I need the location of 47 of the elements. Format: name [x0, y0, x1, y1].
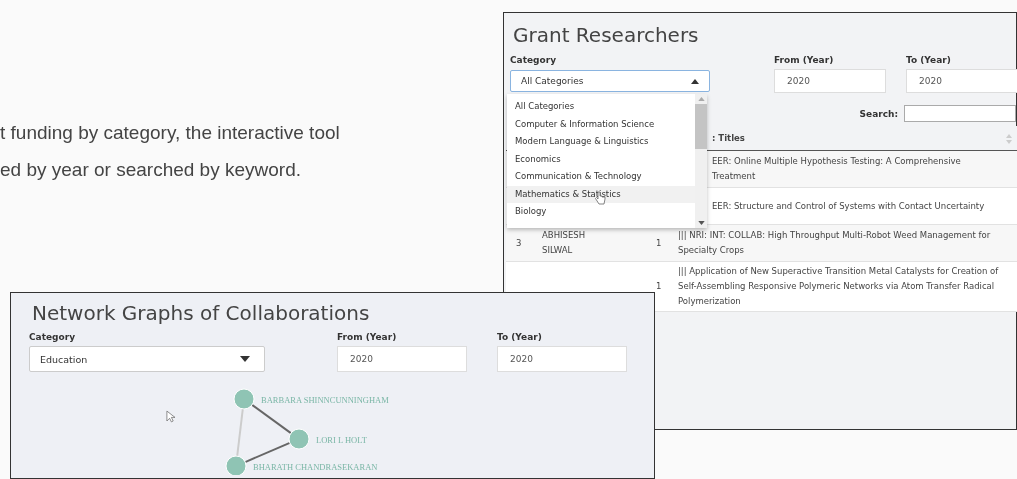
caret-icon — [240, 356, 250, 362]
dropdown-option[interactable]: Mathematics & Statistics — [507, 185, 695, 203]
year-input[interactable]: 2020 — [774, 69, 886, 93]
table-cell-text: 3 — [515, 236, 523, 250]
intro-text: t funding by category, the interactive tool — [0, 121, 340, 145]
table-cell-text: 1 — [655, 236, 663, 250]
graph-node[interactable] — [288, 428, 310, 450]
year-input[interactable]: 2020 — [497, 346, 627, 372]
node-label: BHARATH CHANDRASEKARAN — [253, 462, 378, 472]
category-select[interactable]: Education — [29, 346, 265, 372]
graph-node[interactable] — [233, 388, 255, 410]
dropdown-option[interactable]: Economics — [507, 150, 695, 168]
node-label: BARBARA SHINNCUNNINGHAM — [261, 395, 389, 405]
category-select[interactable]: All Categories — [510, 70, 710, 92]
table-cell-text: ABHISESH SILWAL — [541, 229, 587, 257]
table-cell-text: ||| Application of New Superactive Transition Metal Catalysts for Creation of Self-Assembling Responsive Polymeric Networks via Atom Transfer Radical Polymerization — [677, 265, 1000, 308]
pointer-cursor-icon — [166, 410, 175, 423]
field-label: To (Year) — [497, 332, 543, 342]
search-input[interactable] — [904, 105, 1016, 122]
intro-text: ed by year or searched by keyword. — [0, 158, 302, 182]
year-input[interactable]: 2020 — [337, 346, 467, 372]
field-label: From (Year) — [774, 55, 835, 65]
node-label: LORI L HOLT — [316, 435, 367, 445]
panel-title: Grant Researchers — [513, 23, 700, 47]
table-cell-text: EER: Structure and Control of Systems with Contact Uncertainty — [711, 199, 986, 213]
dropdown-option[interactable]: Communication & Technology — [507, 168, 695, 186]
panel-title: Network Graphs of Collaborations — [32, 301, 371, 325]
field-label: Category — [510, 55, 557, 65]
field-label: From (Year) — [337, 332, 398, 342]
caret-icon — [691, 78, 699, 84]
graph-node[interactable] — [225, 455, 247, 475]
scroll-up-arrow-icon[interactable] — [697, 97, 705, 101]
dropdown-option[interactable]: Biology — [507, 203, 695, 221]
year-input[interactable]: 2020 — [906, 69, 1017, 93]
table-cell-text: ||| NRI: INT: COLLAB: High Throughput Multi-Robot Weed Management for Specialty Crops — [677, 229, 992, 257]
dropdown-option[interactable]: Computer & Information Science — [507, 115, 695, 133]
field-label: To (Year) — [906, 55, 952, 65]
scroll-down-arrow-icon[interactable] — [697, 221, 705, 225]
table-cell-text: 1 — [655, 280, 663, 293]
dropdown-option[interactable]: Modern Language & Linguistics — [507, 133, 695, 151]
sort-icon[interactable] — [1006, 134, 1012, 144]
table-cell-text: EER: Online Multiple Hypothesis Testing: A Comprehensive Treatment — [711, 155, 962, 183]
dropdown-option[interactable]: All Categories — [507, 98, 695, 116]
field-label: Category — [29, 332, 76, 342]
graph-edge — [251, 403, 292, 435]
search-label: Search: — [859, 108, 898, 119]
scrollbar[interactable] — [695, 94, 707, 228]
